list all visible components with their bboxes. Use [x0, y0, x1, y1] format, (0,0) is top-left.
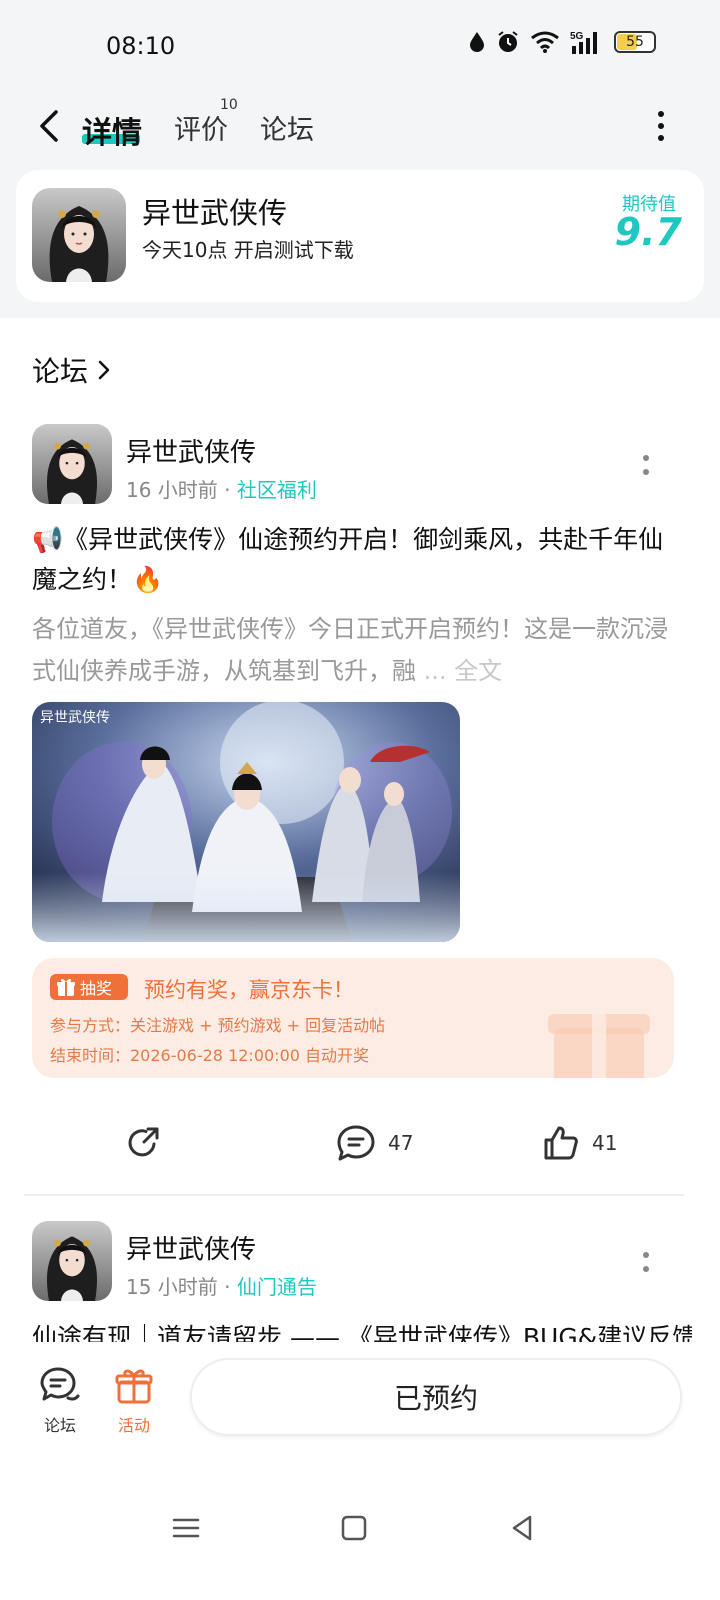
header: 详情 评价 10 论坛 — [0, 88, 720, 170]
like-button[interactable]: 41 — [542, 1124, 617, 1162]
status-bar: 08:10 5G 55 — [0, 0, 720, 88]
reviews-count-badge: 10 — [220, 97, 238, 113]
more-options-icon[interactable] — [646, 108, 676, 144]
back-icon[interactable] — [32, 104, 72, 148]
bottom-forum-button[interactable]: 论坛 — [30, 1366, 90, 1436]
avatar — [32, 1221, 112, 1301]
battery-level: 55 — [626, 34, 644, 50]
gift-watermark-icon — [548, 1014, 650, 1078]
meta-separator: · — [224, 1275, 231, 1299]
battery-icon: 55 — [614, 31, 656, 53]
post-image-logo: 异世武侠传 — [40, 710, 110, 726]
avatar — [32, 424, 112, 504]
gift-icon — [115, 1369, 153, 1404]
post-author[interactable]: 异世武侠传 — [126, 1229, 256, 1266]
home-icon[interactable] — [338, 1512, 370, 1544]
post-tag[interactable]: 仙门通告 — [237, 1275, 317, 1299]
alarm-icon — [498, 31, 518, 52]
thumbs-up-icon — [544, 1126, 578, 1160]
lottery-badge-label: 抽奖 — [80, 979, 113, 998]
bottom-activity-button[interactable]: 活动 — [104, 1366, 164, 1436]
tab-details[interactable]: 详情 — [82, 108, 142, 152]
post-more-icon[interactable] — [636, 450, 656, 480]
rating-value: 9.7 — [614, 210, 682, 254]
comment-button[interactable]: 47 — [336, 1124, 413, 1162]
share-button[interactable] — [124, 1124, 162, 1162]
bottom-forum-label: 论坛 — [43, 1416, 76, 1435]
wifi-icon — [531, 31, 559, 53]
5g-signal-icon: 5G — [570, 31, 597, 54]
tab-reviews[interactable]: 评价 — [174, 108, 228, 147]
post-time: 16 小时前 — [126, 478, 218, 502]
post-author[interactable]: 异世武侠传 — [126, 432, 256, 469]
gift-icon — [57, 978, 75, 996]
chevron-right-icon — [98, 360, 110, 380]
system-nav-bar — [0, 1472, 720, 1600]
tab-forum[interactable]: 论坛 — [260, 108, 314, 147]
like-count: 41 — [592, 1131, 618, 1155]
post-tag[interactable]: 社区福利 — [237, 478, 317, 502]
comment-icon — [337, 1125, 375, 1161]
meta-separator: · — [224, 478, 231, 502]
post-time: 15 小时前 — [126, 1275, 218, 1299]
post-meta: 16 小时前 · 社区福利 — [126, 474, 317, 503]
lottery-end-time: 结束时间：2026-06-28 12:00:00 自动开奖 — [50, 1046, 370, 1065]
read-more-link[interactable]: ... 全文 — [424, 657, 503, 685]
forum-icon — [40, 1367, 80, 1401]
comment-count: 47 — [388, 1131, 414, 1155]
lottery-badge: 抽奖 — [50, 974, 128, 1000]
game-title: 异世武侠传 — [142, 196, 288, 230]
post-image[interactable]: 异世武侠传 — [32, 702, 460, 942]
lottery-title: 预约有奖，赢京东卡！ — [144, 978, 354, 1002]
status-time: 08:10 — [106, 32, 176, 60]
bottom-activity-label: 活动 — [117, 1416, 150, 1435]
post-body[interactable]: 各位道友，《异世武侠传》今日正式开启预约！这是一款沉浸式仙侠养成手游，从筑基到飞… — [32, 608, 672, 692]
water-drop-icon — [470, 32, 484, 52]
menu-icon[interactable] — [170, 1512, 202, 1544]
post-title[interactable]: 📢《异世武侠传》仙途预约开启！御剑乘风，共赴千年仙魔之约！🔥 — [32, 520, 682, 600]
post-divider — [24, 1194, 684, 1196]
post-meta: 15 小时前 · 仙门通告 — [126, 1271, 317, 1300]
lottery-method: 参与方式：关注游戏 + 预约游戏 + 回复活动帖 — [50, 1016, 386, 1035]
game-icon — [32, 188, 126, 282]
game-card[interactable]: 异世武侠传 今天10点 开启测试下载 期待值 9.7 — [16, 170, 704, 302]
post-body-text: 各位道友，《异世武侠传》今日正式开启预约！这是一款沉浸式仙侠养成手游，从筑基到飞… — [32, 615, 668, 685]
post-actions: 47 41 — [0, 1112, 720, 1176]
post-title[interactable]: 仙途有现｜道友请留步 —— 《异世武侠传》BUG&建议反馈 — [32, 1318, 692, 1342]
lottery-card[interactable]: 抽奖 预约有奖，赢京东卡！ 参与方式：关注游戏 + 预约游戏 + 回复活动帖 结… — [32, 958, 674, 1078]
game-subtitle: 今天10点 开启测试下载 — [142, 238, 354, 262]
svg-text:5G: 5G — [570, 31, 584, 42]
back-nav-icon[interactable] — [506, 1512, 538, 1544]
forum-section-title[interactable]: 论坛 — [32, 350, 112, 390]
bottom-action-bar: 论坛 活动 已预约 — [0, 1342, 720, 1472]
reserved-button[interactable]: 已预约 — [190, 1358, 682, 1436]
post-more-icon[interactable] — [636, 1247, 656, 1277]
status-icons: 5G 55 — [468, 30, 656, 54]
share-icon — [128, 1127, 159, 1157]
forum-section-label: 论坛 — [32, 355, 89, 388]
